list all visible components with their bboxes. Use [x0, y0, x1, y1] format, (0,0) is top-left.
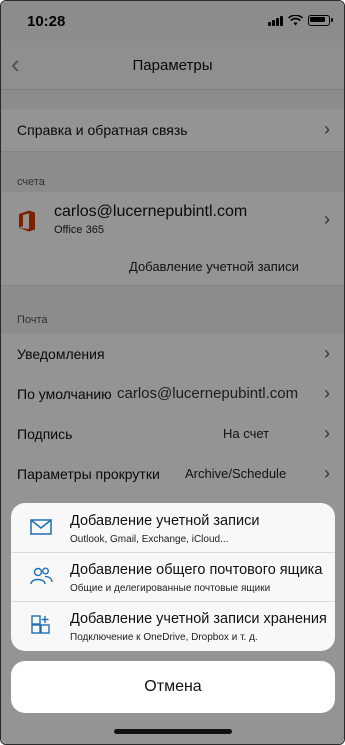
add-shared-mailbox-subtitle: Общие и делегированные почтовые ящики	[70, 583, 271, 594]
add-shared-mailbox-title: Добавление общего почтового ящика	[70, 562, 323, 578]
add-account-title: Добавление учетной записи	[70, 513, 260, 529]
cancel-button[interactable]: Отмена	[11, 661, 335, 713]
add-account-option[interactable]: Добавление учетной записи Outlook, Gmail…	[11, 503, 335, 553]
phone-screen: 10:28 ‹ Параметры Справка и обратная свя…	[0, 0, 345, 745]
add-storage-account-title: Добавление учетной записи хранения	[70, 611, 327, 627]
mail-icon	[30, 519, 52, 535]
shared-mailbox-icon	[30, 567, 53, 585]
add-account-action-sheet: Добавление учетной записи Outlook, Gmail…	[11, 503, 335, 651]
add-storage-account-option[interactable]: Добавление учетной записи хранения Подкл…	[11, 601, 335, 650]
home-indicator	[114, 729, 232, 734]
add-account-subtitle: Outlook, Gmail, Exchange, iCloud...	[70, 534, 229, 545]
storage-add-icon	[31, 615, 50, 634]
add-shared-mailbox-option[interactable]: Добавление общего почтового ящика Общие …	[11, 552, 335, 602]
cancel-label: Отмена	[144, 678, 202, 695]
add-storage-account-subtitle: Подключение к OneDrive, Dropbox и т. д.	[70, 632, 258, 643]
